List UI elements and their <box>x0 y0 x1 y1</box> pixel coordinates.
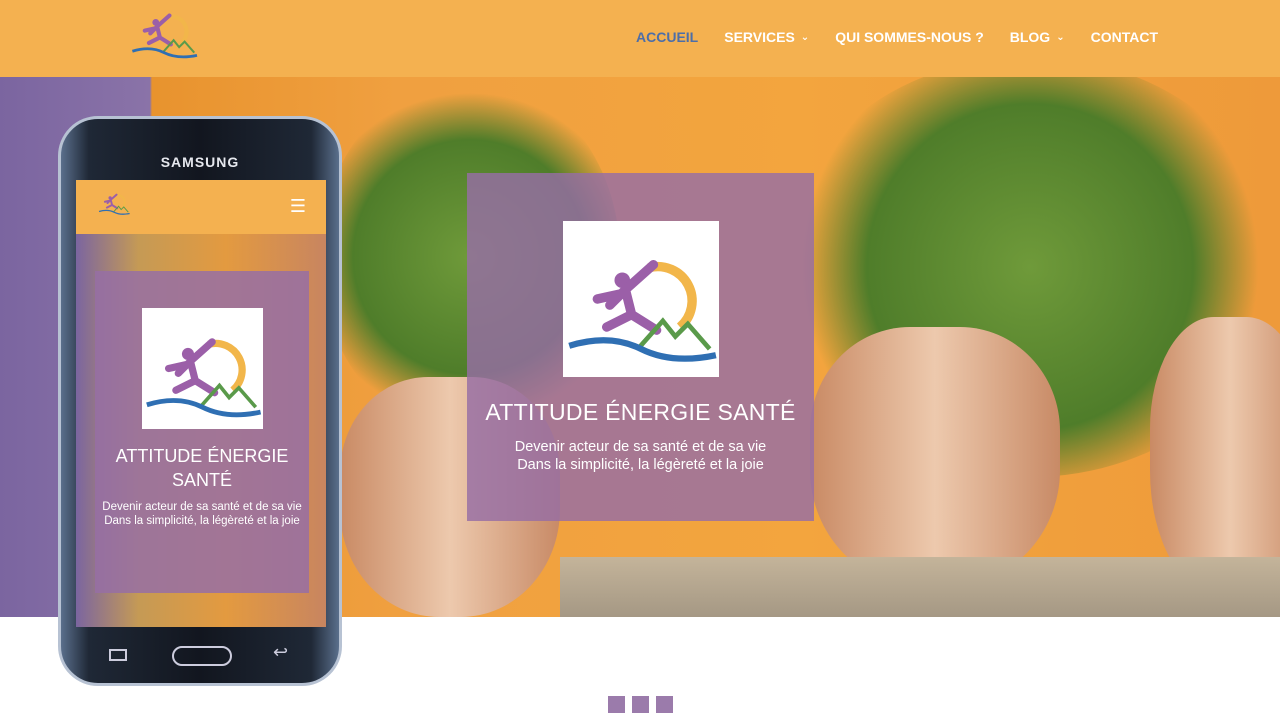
site-logo[interactable] <box>124 10 204 65</box>
mobile-header: ☰ <box>76 180 326 234</box>
hero-logo <box>562 221 719 377</box>
pot-image <box>810 327 1060 587</box>
chevron-down-icon: ⌄ <box>800 31 810 43</box>
phone-brand: SAMSUNG <box>160 154 240 170</box>
stone-ledge <box>560 557 1280 617</box>
hamburger-menu-icon: ☰ <box>289 196 306 216</box>
nav-label: ACCUEIL <box>636 29 699 45</box>
hero-tagline-1: Devenir acteur de sa santé et de sa vie <box>514 439 767 455</box>
nav-qui-sommes-nous[interactable]: QUI SOMMES-NOUS ? <box>835 29 984 45</box>
nav-label: CONTACT <box>1090 29 1158 45</box>
divider-square <box>632 696 649 713</box>
nav-label: SERVICES <box>724 29 795 45</box>
site-header: ACCUEIL SERVICES ⌄ QUI SOMMES-NOUS ? BLOG… <box>0 0 1280 77</box>
pot-image <box>1150 317 1280 597</box>
recent-apps-icon <box>109 649 127 661</box>
section-divider-dots <box>608 696 673 713</box>
hero-card: ATTITUDE ÉNERGIE SANTÉ Devenir acteur de… <box>467 173 814 521</box>
nav-contact[interactable]: CONTACT <box>1091 29 1158 45</box>
mobile-hero-title: ATTITUDE ÉNERGIE SANTÉ <box>115 446 289 490</box>
nav-label: QUI SOMMES-NOUS ? <box>835 29 984 45</box>
nav-blog[interactable]: BLOG ⌄ <box>1010 29 1065 45</box>
mobile-logo <box>96 192 132 218</box>
divider-square <box>656 696 673 713</box>
phone-screen: ☰ ATTITUDE ÉNERGIE SANTÉ Devenir acteur … <box>76 180 326 627</box>
nav-accueil[interactable]: ACCUEIL <box>636 29 698 45</box>
mobile-hero-card: ATTITUDE ÉNERGIE SANTÉ Devenir acteur de… <box>95 271 309 593</box>
chevron-down-icon: ⌄ <box>1056 31 1065 43</box>
phone-mockup: SAMSUNG ☰ ATTITUDE ÉNERGIE SANTÉ Devenir… <box>58 116 342 686</box>
home-button-icon <box>172 646 232 666</box>
main-nav: ACCUEIL SERVICES ⌄ QUI SOMMES-NOUS ? BLOG… <box>636 29 1158 45</box>
hero-tagline-2: Dans la simplicité, la légèreté et la jo… <box>517 457 764 473</box>
nav-services[interactable]: SERVICES ⌄ <box>724 29 809 45</box>
mobile-tagline-1: Devenir acteur de sa santé et de sa vie <box>102 501 302 513</box>
mobile-tagline-2: Dans la simplicité, la légèreté et la jo… <box>104 515 300 527</box>
phone-buttons: ↩ <box>61 642 339 666</box>
back-icon: ↩ <box>273 642 289 662</box>
divider-square <box>608 696 625 713</box>
nav-label: BLOG <box>1009 29 1051 45</box>
hero-title: ATTITUDE ÉNERGIE SANTÉ <box>485 399 796 425</box>
mobile-hero-logo <box>141 308 263 429</box>
